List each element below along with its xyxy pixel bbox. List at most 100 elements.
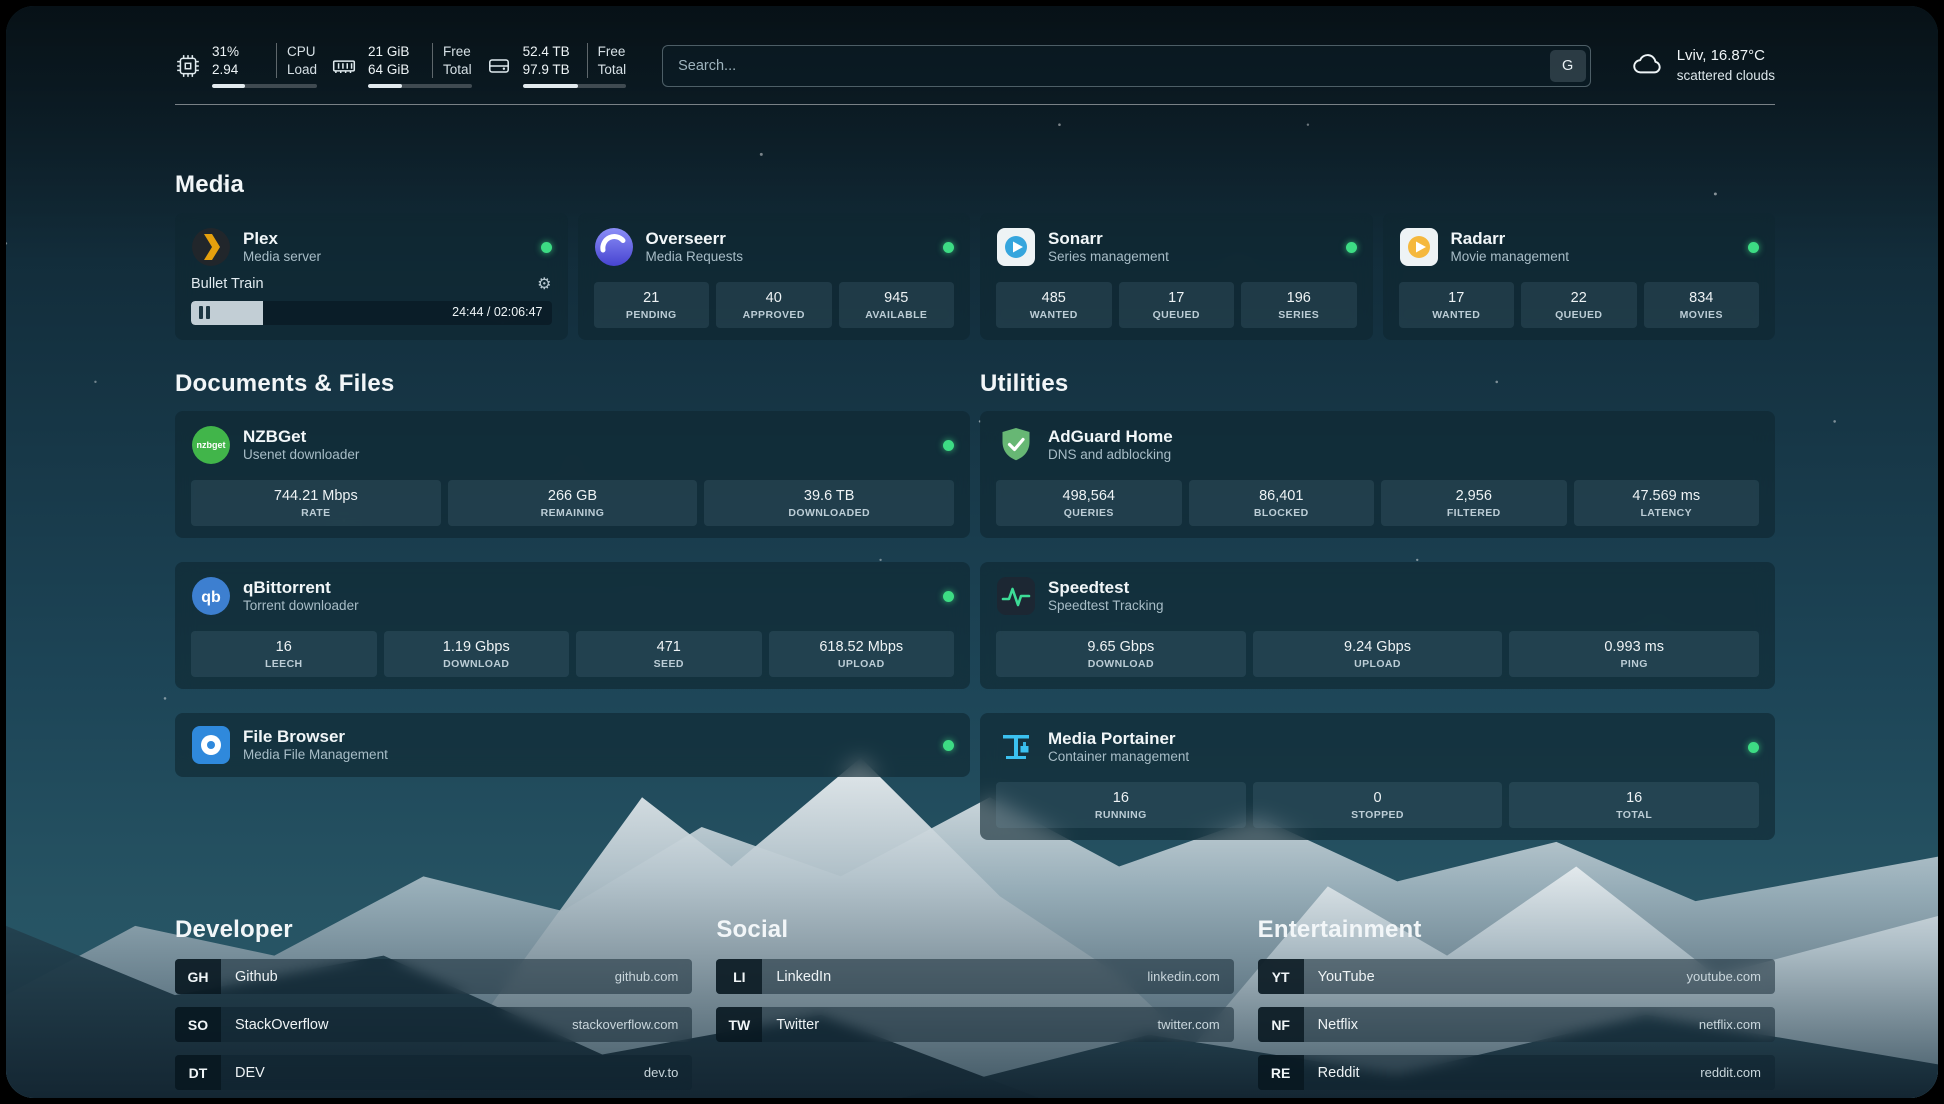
bookmark-url: youtube.com [1687,959,1775,994]
bookmark-netflix[interactable]: NF Netflix netflix.com [1258,1007,1775,1042]
search-input[interactable] [662,45,1591,87]
bookmark-name: DEV [221,1055,265,1090]
stat-series: 196SERIES [1241,282,1357,328]
bookmark-url: reddit.com [1700,1055,1775,1090]
memory-progress-bar [368,84,472,88]
gear-icon[interactable]: ⚙ [537,274,551,294]
bookmark-url: linkedin.com [1147,959,1233,994]
speedtest-icon [996,576,1036,616]
bookmarks-section: Developer GH Github github.com SO StackO… [175,916,1775,1098]
bookmark-twitter[interactable]: TW Twitter twitter.com [716,1007,1233,1042]
stat-queued: 17QUEUED [1119,282,1235,328]
playback-time: 24:44 / 02:06:47 [452,305,542,319]
stat-approved: 40APPROVED [716,282,832,328]
disk-free-label: Free [598,43,627,61]
app-name: Media Portainer [1048,728,1189,749]
status-dot [943,740,954,751]
bookmark-badge: LI [716,959,762,994]
stat-seed: 471SEED [576,631,762,677]
playback-progress-bar[interactable]: 24:44 / 02:06:47 [191,301,552,325]
documents-column: Documents & Files nzbget NZBGet Usenet d… [175,370,970,864]
status-dot [943,591,954,602]
memory-total-value: 64 GiB [368,61,422,79]
section-title-social: Social [716,916,1233,944]
bookmark-name: Github [221,959,278,994]
section-title-developer: Developer [175,916,692,944]
app-name: NZBGet [243,426,359,447]
section-title-utilities: Utilities [980,370,1775,398]
filebrowser-icon [191,725,231,765]
bookmark-reddit[interactable]: RE Reddit reddit.com [1258,1055,1775,1090]
speedtest-card[interactable]: Speedtest Speedtest Tracking 9.65 GbpsDO… [980,562,1775,689]
bookmark-badge: TW [716,1007,762,1042]
svg-text:qb: qb [201,589,221,606]
app-name: Speedtest [1048,577,1164,598]
nzbget-card[interactable]: nzbget NZBGet Usenet downloader 744.21 M… [175,411,970,538]
bookmark-badge: NF [1258,1007,1304,1042]
overseerr-card[interactable]: Overseerr Media Requests 21PENDING 40APP… [578,213,971,340]
portainer-icon [996,727,1036,767]
bookmark-linkedin[interactable]: LI LinkedIn linkedin.com [716,959,1233,994]
app-subtitle: Media File Management [243,747,388,764]
cpu-load-value: 2.94 [212,61,266,79]
app-subtitle: Torrent downloader [243,598,359,615]
filebrowser-card[interactable]: File Browser Media File Management [175,713,970,777]
stat-wanted: 485WANTED [996,282,1112,328]
search-bar: G [662,45,1591,87]
bookmark-name: LinkedIn [762,959,831,994]
search-engine-badge[interactable]: G [1550,50,1586,82]
qbittorrent-icon: qb [191,576,231,616]
media-grid: Plex Media server Bullet Train ⚙ 24:44 /… [175,213,1775,340]
sonarr-card[interactable]: Sonarr Series management 485WANTED 17QUE… [980,213,1373,340]
stat-filtered: 2,956FILTERED [1381,480,1567,526]
disk-icon [486,53,512,79]
portainer-card[interactable]: Media Portainer Container management 16R… [980,713,1775,840]
adguard-card[interactable]: AdGuard Home DNS and adblocking 498,564Q… [980,411,1775,538]
bookmarks-developer: Developer GH Github github.com SO StackO… [175,916,692,1098]
weather-condition: scattered clouds [1677,67,1775,85]
bookmark-youtube[interactable]: YT YouTube youtube.com [1258,959,1775,994]
stat-upload: 9.24 GbpsUPLOAD [1253,631,1503,677]
stat-leech: 16LEECH [191,631,377,677]
stat-total: 16TOTAL [1509,782,1759,828]
app-name: qBittorrent [243,577,359,598]
bookmark-url: github.com [615,959,693,994]
nzbget-icon: nzbget [191,425,231,465]
bookmark-stackoverflow[interactable]: SO StackOverflow stackoverflow.com [175,1007,692,1042]
bookmark-url: stackoverflow.com [572,1007,692,1042]
radarr-card[interactable]: Radarr Movie management 17WANTED 22QUEUE… [1383,213,1776,340]
stat-stopped: 0STOPPED [1253,782,1503,828]
bookmark-name: YouTube [1304,959,1375,994]
cpu-progress-bar [212,84,317,88]
bookmark-dev[interactable]: DT DEV dev.to [175,1055,692,1090]
status-dot [541,242,552,253]
memory-free-label: Free [443,43,472,61]
bookmark-url: twitter.com [1158,1007,1234,1042]
qbittorrent-card[interactable]: qb qBittorrent Torrent downloader 16LEEC… [175,562,970,689]
plex-card[interactable]: Plex Media server Bullet Train ⚙ 24:44 /… [175,213,568,340]
plex-icon [191,227,231,267]
app-subtitle: Container management [1048,749,1189,766]
topbar: 31% 2.94 CPU Load [175,43,1775,88]
bookmark-name: StackOverflow [221,1007,328,1042]
cpu-usage-value: 31% [212,43,266,61]
pause-button[interactable] [199,306,210,319]
stat-remaining: 266 GBREMAINING [448,480,698,526]
stat-queries: 498,564QUERIES [996,480,1182,526]
bookmark-badge: GH [175,959,221,994]
bookmark-badge: SO [175,1007,221,1042]
stat-movies: 834MOVIES [1644,282,1760,328]
stat-upload: 618.52 MbpsUPLOAD [769,631,955,677]
weather-widget: Lviv, 16.87°C scattered clouds [1631,46,1775,84]
app-subtitle: Series management [1048,249,1169,266]
cpu-load-label: Load [287,61,317,79]
stat-latency: 47.569 msLATENCY [1574,480,1760,526]
bookmark-github[interactable]: GH Github github.com [175,959,692,994]
bookmark-url: netflix.com [1699,1007,1775,1042]
app-subtitle: Media server [243,249,321,266]
stat-pending: 21PENDING [594,282,710,328]
utilities-column: Utilities AdGuard Home DNS and adblockin… [980,370,1775,864]
radarr-icon [1399,227,1439,267]
bookmark-name: Twitter [762,1007,819,1042]
overseerr-icon [594,227,634,267]
